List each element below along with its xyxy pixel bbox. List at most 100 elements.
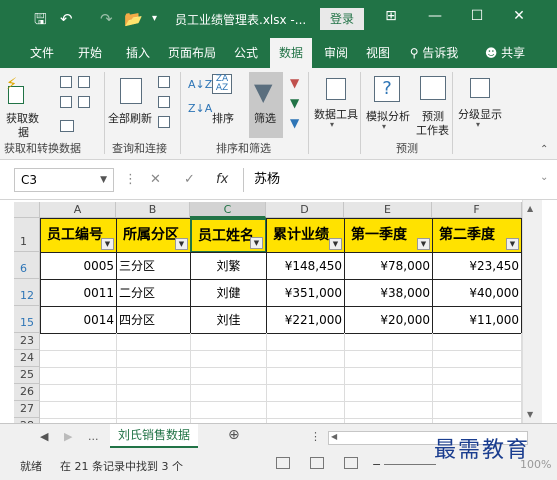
filter-applied-icon[interactable]: ▼	[250, 237, 263, 249]
zoom-slider[interactable]	[384, 464, 436, 465]
sort-descending-icon[interactable]: Z↓A	[188, 102, 212, 115]
header-cell[interactable]: 第一季度 ▼	[344, 218, 433, 253]
close-button[interactable]: ✕	[504, 8, 534, 24]
scroll-down-icon[interactable]: ▼	[527, 410, 533, 419]
table-cell[interactable]: 四分区	[116, 306, 191, 334]
page-layout-view-icon[interactable]	[310, 457, 324, 469]
reapply-filter-icon[interactable]: ▼	[290, 96, 299, 110]
row-header[interactable]: 26	[14, 384, 40, 401]
data-tools-icon[interactable]	[326, 78, 346, 100]
insert-function-icon[interactable]: fx	[216, 172, 228, 187]
save-icon[interactable]: 🖫	[34, 9, 47, 29]
sort-label[interactable]: 排序	[212, 110, 234, 126]
table-cell[interactable]: ¥11,000	[432, 306, 522, 334]
ribbon-display-options-icon[interactable]: ⊞	[376, 8, 406, 24]
table-cell[interactable]: ¥20,000	[344, 306, 433, 334]
filter-dropdown-icon[interactable]: ▼	[329, 238, 342, 250]
filter-dropdown-icon[interactable]: ▼	[101, 238, 114, 250]
row-header[interactable]: 1	[14, 218, 40, 252]
table-cell[interactable]: ¥40,000	[432, 279, 522, 307]
row-header[interactable]: 12	[14, 279, 40, 306]
chevron-down-icon[interactable]: ▾	[382, 122, 386, 131]
forecast-sheet-icon[interactable]	[420, 76, 446, 100]
collapse-ribbon-icon[interactable]: ⌃	[540, 144, 548, 155]
customize-qat-icon[interactable]: ▾	[152, 9, 157, 29]
header-cell[interactable]: 员工编号 ▼	[40, 218, 117, 253]
table-cell[interactable]: ¥221,000	[266, 306, 345, 334]
undo-icon[interactable]: ↶	[60, 9, 73, 29]
tab-home[interactable]: 开始	[70, 38, 110, 68]
expand-formula-bar-icon[interactable]: ⌄	[540, 172, 548, 183]
table-cell[interactable]: 0005	[40, 252, 117, 280]
tab-formulas[interactable]: 公式	[226, 38, 266, 68]
column-header-b[interactable]: B	[116, 202, 190, 218]
chevron-down-icon[interactable]: ▾	[476, 120, 480, 129]
select-all-corner[interactable]	[14, 202, 40, 218]
forecast-sheet-label[interactable]: 工作表	[416, 122, 449, 138]
more-sheets-button[interactable]: ...	[88, 430, 99, 443]
header-cell[interactable]: 所属分区 ▼	[116, 218, 191, 253]
row-header[interactable]: 6	[14, 252, 40, 279]
table-cell[interactable]: 三分区	[116, 252, 191, 280]
tab-tell-me[interactable]: ⚲ 告诉我	[402, 38, 466, 68]
sheet-tab-active[interactable]: 刘氏销售数据	[110, 424, 198, 448]
chevron-down-icon[interactable]: ▼	[100, 169, 107, 191]
scroll-left-icon[interactable]: ◀	[331, 432, 337, 441]
table-cell[interactable]: 刘健	[190, 279, 267, 307]
table-cell[interactable]: ¥78,000	[344, 252, 433, 280]
share-button[interactable]: ☻ 共享	[478, 38, 532, 68]
scroll-up-icon[interactable]: ▲	[527, 204, 533, 213]
queries-connections-icon[interactable]	[158, 76, 170, 88]
add-sheet-button[interactable]: ⊕	[228, 427, 240, 443]
table-cell[interactable]: 二分区	[116, 279, 191, 307]
tab-data[interactable]: 数据	[270, 38, 312, 68]
sort-ascending-icon[interactable]: A↓Z	[188, 78, 212, 91]
column-header-e[interactable]: E	[344, 202, 432, 218]
chevron-down-icon[interactable]: ▾	[330, 120, 334, 129]
normal-view-icon[interactable]	[276, 457, 290, 469]
table-cell[interactable]: 刘佳	[190, 306, 267, 334]
maximize-button[interactable]: ☐	[462, 8, 492, 24]
header-cell[interactable]: 累计业绩 ▼	[266, 218, 345, 253]
scroll-sheets-left-icon[interactable]: ◀	[40, 430, 48, 443]
header-cell[interactable]: 员工姓名 ▼	[190, 218, 267, 253]
from-web-icon[interactable]	[78, 76, 90, 88]
from-text-icon[interactable]	[60, 76, 72, 88]
name-box[interactable]: C3 ▼	[14, 168, 114, 192]
filter-dropdown-icon[interactable]: ▼	[175, 238, 188, 250]
table-cell[interactable]: ¥148,450	[266, 252, 345, 280]
outline-icon[interactable]	[470, 78, 490, 98]
vertical-scrollbar[interactable]: ▲ ▼	[522, 200, 542, 423]
column-header-f[interactable]: F	[432, 202, 522, 218]
open-folder-icon[interactable]: 📂	[124, 9, 143, 29]
table-cell[interactable]: 刘繁	[190, 252, 267, 280]
formula-input[interactable]: 苏杨	[243, 168, 543, 192]
filter-dropdown-icon[interactable]: ▼	[417, 238, 430, 250]
column-header-d[interactable]: D	[266, 202, 344, 218]
minimize-button[interactable]: —	[420, 8, 450, 24]
confirm-icon[interactable]: ✓	[184, 172, 195, 187]
filter-dropdown-icon[interactable]: ▼	[506, 238, 519, 250]
clear-filter-icon[interactable]: ▼	[290, 76, 299, 90]
properties-icon[interactable]	[158, 96, 170, 108]
table-cell[interactable]: 0014	[40, 306, 117, 334]
what-if-analysis-icon[interactable]: ?	[374, 76, 400, 102]
header-cell[interactable]: 第二季度 ▼	[432, 218, 522, 253]
refresh-all-button[interactable]	[114, 76, 148, 110]
from-table-icon[interactable]	[60, 96, 72, 108]
row-header[interactable]: 25	[14, 367, 40, 384]
filter-button[interactable]: ▼ 筛选	[249, 72, 283, 138]
existing-connections-icon[interactable]	[60, 120, 74, 132]
tab-view[interactable]: 视图	[358, 38, 398, 68]
table-cell[interactable]: ¥38,000	[344, 279, 433, 307]
edit-links-icon[interactable]	[158, 116, 170, 128]
recent-sources-icon[interactable]	[78, 96, 90, 108]
tab-page-layout[interactable]: 页面布局	[164, 38, 220, 68]
advanced-filter-icon[interactable]: ▼	[290, 116, 299, 130]
sort-icon[interactable]: ZA AZ	[212, 74, 232, 94]
column-header-a[interactable]: A	[40, 202, 116, 218]
cancel-icon[interactable]: ✕	[150, 172, 161, 187]
table-cell[interactable]: 0011	[40, 279, 117, 307]
what-if-label[interactable]: 模拟分析	[366, 108, 410, 124]
scroll-sheets-right-icon[interactable]: ▶	[64, 430, 72, 443]
